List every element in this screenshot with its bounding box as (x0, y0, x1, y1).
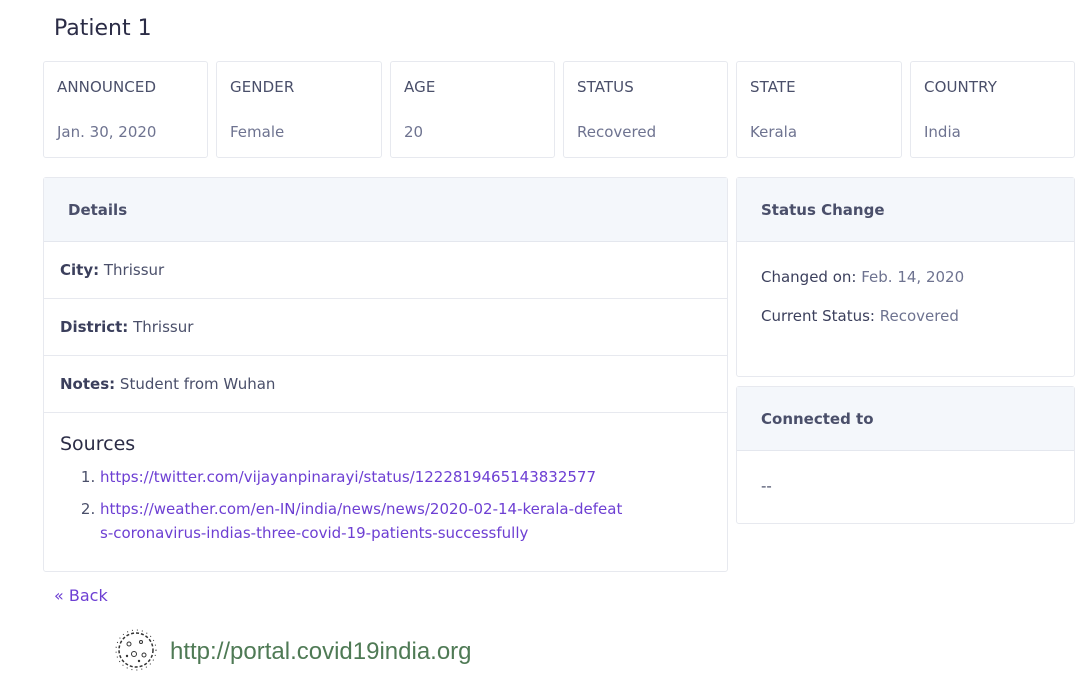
detail-row-district: District: Thrissur (44, 299, 727, 356)
source-link[interactable]: https://twitter.com/vijayanpinarayi/stat… (100, 468, 596, 486)
current-status-value: Recovered (879, 307, 959, 325)
stat-value: Jan. 30, 2020 (57, 123, 157, 141)
connected-value: -- (761, 477, 772, 495)
source-item: https://weather.com/en-IN/india/news/new… (100, 497, 727, 545)
stat-card-country: COUNTRY India (910, 61, 1075, 158)
current-status-line: Current Status: Recovered (761, 307, 1050, 325)
stat-label: ANNOUNCED (57, 78, 157, 96)
watermark-text: http://portal.covid19india.org (170, 638, 472, 665)
district-label: District: (60, 318, 129, 336)
notes-value: Student from Wuhan (119, 375, 276, 393)
city-label: City: (60, 261, 100, 279)
stat-card-announced: ANNOUNCED Jan. 30, 2020 (43, 61, 208, 158)
watermark: http://portal.covid19india.org (112, 626, 472, 678)
sources-title: Sources (60, 433, 136, 455)
stat-label: GENDER (230, 78, 295, 96)
detail-row-notes: Notes: Student from Wuhan (44, 356, 727, 413)
stat-value: India (924, 123, 961, 141)
virus-icon (112, 626, 160, 678)
stat-value: Recovered (577, 123, 657, 141)
stat-value: Kerala (750, 123, 798, 141)
current-status-label: Current Status: (761, 307, 875, 325)
stat-label: STATE (750, 78, 796, 96)
details-header: Details (44, 178, 727, 242)
city-value: Thrissur (103, 261, 165, 279)
source-item: https://twitter.com/vijayanpinarayi/stat… (100, 465, 727, 489)
stat-label: STATUS (577, 78, 634, 96)
connected-header: Connected to (737, 387, 1074, 451)
stat-card-state: STATE Kerala (736, 61, 902, 158)
page-title: Patient 1 (54, 16, 152, 41)
stat-label: AGE (404, 78, 436, 96)
detail-row-city: City: Thrissur (44, 242, 727, 299)
status-change-panel: Status Change Changed on: Feb. 14, 2020 … (736, 177, 1075, 377)
stat-label: COUNTRY (924, 78, 997, 96)
stat-card-status: STATUS Recovered (563, 61, 728, 158)
details-panel: Details City: Thrissur District: Thrissu… (43, 177, 728, 572)
stat-card-age: AGE 20 (390, 61, 555, 158)
stat-value: Female (230, 123, 285, 141)
status-change-body: Changed on: Feb. 14, 2020 Current Status… (737, 242, 1074, 325)
stat-value: 20 (404, 123, 424, 141)
changed-on-line: Changed on: Feb. 14, 2020 (761, 268, 1050, 286)
notes-label: Notes: (60, 375, 116, 393)
sources-list: https://twitter.com/vijayanpinarayi/stat… (44, 465, 727, 545)
status-change-header: Status Change (737, 178, 1074, 242)
stat-card-gender: GENDER Female (216, 61, 382, 158)
changed-on-label: Changed on: (761, 268, 857, 286)
back-link[interactable]: « Back (54, 586, 108, 605)
changed-on-value: Feb. 14, 2020 (861, 268, 965, 286)
district-value: Thrissur (133, 318, 194, 336)
source-link[interactable]: https://weather.com/en-IN/india/news/new… (100, 500, 622, 542)
connected-panel: Connected to -- (736, 386, 1075, 524)
